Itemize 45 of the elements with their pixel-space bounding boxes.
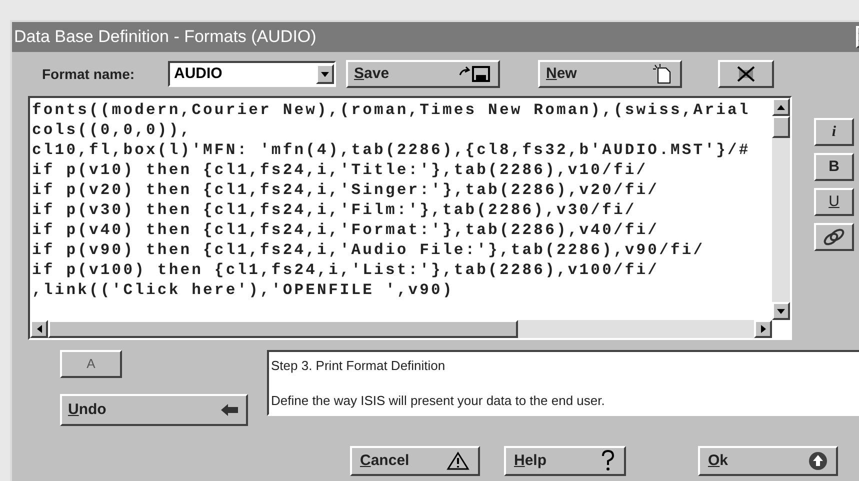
code-line: if p(v10) then {cl1,fs24,i,'Title:'},tab(2286),v10/fi/ <box>32 160 649 180</box>
code-line: ,link(('Click here'),'OPENFILE ',v90) <box>32 280 455 300</box>
step-description: Define the way ISIS will present your data to the end user. <box>271 392 606 410</box>
format-editor[interactable] <box>28 96 792 340</box>
code-line: cols((0,0,0)), <box>32 120 193 140</box>
code-line: if p(v40) then {cl1,fs24,i,'Format:'},tab(2286),v40/fi/ <box>32 220 660 240</box>
format-name-dropdown[interactable]: AUDIO <box>168 61 336 87</box>
font-button[interactable]: A <box>60 350 122 378</box>
help-button[interactable]: Help <box>504 446 626 476</box>
down-arrow-icon <box>777 308 785 314</box>
question-mark-icon <box>600 450 616 472</box>
window-title: Data Base Definition - Formats (AUDIO) <box>14 26 316 48</box>
save-button[interactable]: Save <box>346 60 500 88</box>
cancel-button[interactable]: Cancel <box>350 446 480 476</box>
code-line: if p(v20) then {cl1,fs24,i,'Singer:'},tab(2286),v20/fi/ <box>32 180 660 200</box>
ok-button[interactable]: Ok <box>698 446 838 476</box>
vertical-scrollbar[interactable] <box>772 98 790 320</box>
horizontal-scrollbar[interactable] <box>30 320 772 338</box>
link-button[interactable] <box>814 223 854 251</box>
delete-button[interactable] <box>718 60 774 88</box>
caret-icon <box>321 72 329 76</box>
back-arrow-icon <box>220 403 240 417</box>
format-name-label: Format name: <box>42 64 136 84</box>
up-arrow-icon <box>777 104 785 110</box>
undo-button[interactable]: Undo <box>60 394 248 426</box>
scroll-thumb[interactable] <box>772 116 790 138</box>
italic-button[interactable]: i <box>814 118 854 146</box>
code-line: cl10,fl,box(l)'MFN: 'mfn(4),tab(2286),{cl8,fs32,b'AUDIO.MST'}/# <box>32 140 752 160</box>
chain-link-icon <box>822 228 846 246</box>
code-line: if p(v30) then {cl1,fs24,i,'Film:'},tab(2286),v30/fi/ <box>32 200 638 220</box>
underline-button[interactable]: U <box>814 188 854 216</box>
code-line: if p(v90) then {cl1,fs24,i,'Audio File:'},tab(2286),v90/fi/ <box>32 240 706 260</box>
right-arrow-icon <box>760 325 766 333</box>
left-arrow-icon <box>36 325 42 333</box>
warning-icon <box>446 451 470 471</box>
scroll-thumb[interactable] <box>48 320 518 338</box>
bold-button[interactable]: B <box>814 153 854 181</box>
crossed-out-icon <box>735 65 757 83</box>
step-title: Step 3. Print Format Definition <box>271 357 446 375</box>
save-disk-icon <box>458 65 492 83</box>
new-button[interactable]: New <box>538 60 682 88</box>
up-arrow-circle-icon <box>808 451 828 471</box>
code-line: if p(v100) then {cl1,fs24,i,'List:'},tab(2286),v100/fi/ <box>32 260 660 280</box>
code-line: fonts((modern,Courier New),(roman,Times New Roman),(swiss,Arial <box>32 100 752 120</box>
format-name-value: AUDIO <box>173 64 222 84</box>
